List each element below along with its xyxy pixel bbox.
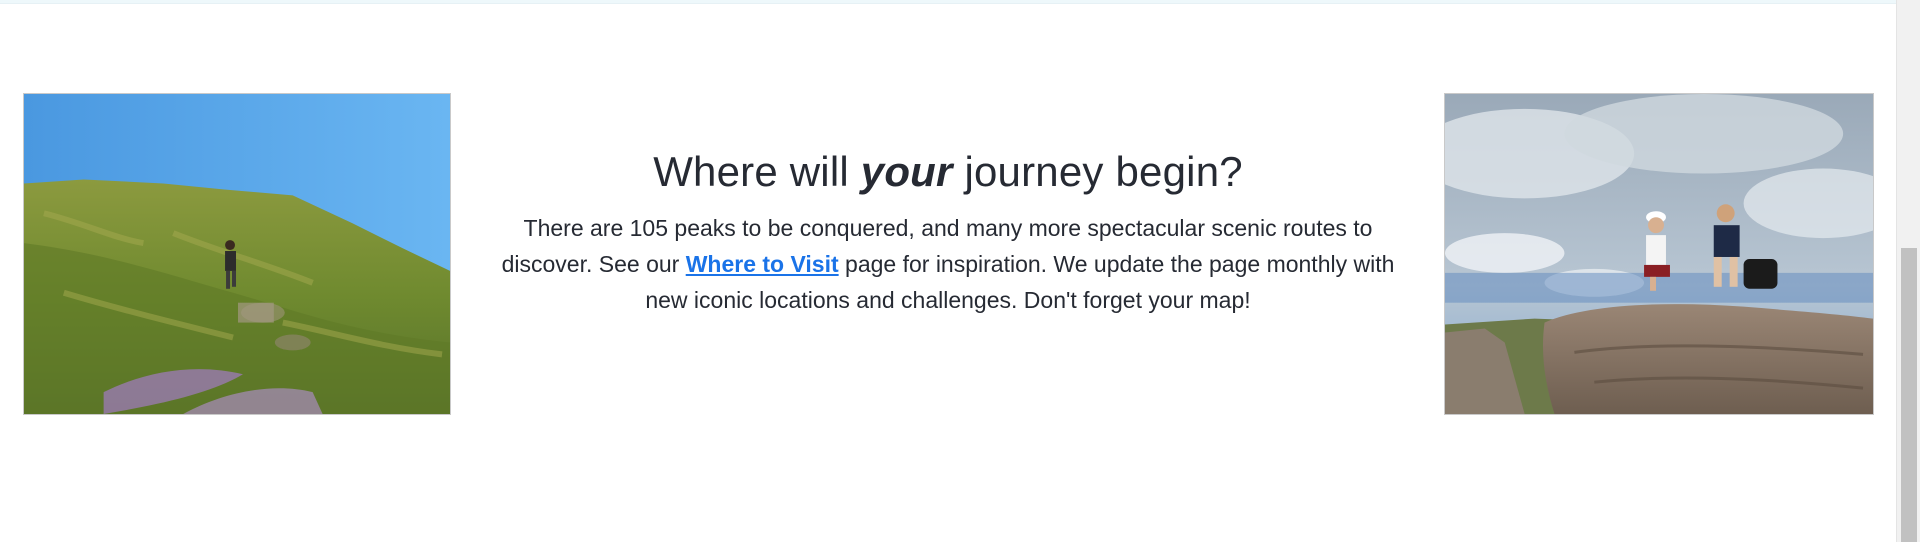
- rock-image: [1445, 94, 1873, 414]
- section-description: There are 105 peaks to be conquered, and…: [500, 210, 1396, 318]
- journey-section: Where will your journey begin? There are…: [0, 0, 1896, 542]
- scrollbar-thumb[interactable]: [1901, 248, 1917, 542]
- vertical-scrollbar[interactable]: [1896, 0, 1920, 542]
- heading-text-after: journey begin?: [952, 148, 1243, 195]
- hillside-image: [24, 94, 450, 414]
- heading-emphasis: your: [860, 148, 953, 195]
- hikers-on-rock-photo: [1444, 93, 1874, 415]
- heading-text-before: Where will: [653, 148, 861, 195]
- journey-text-block: Where will your journey begin? There are…: [500, 140, 1396, 318]
- hiker-hillside-photo: [23, 93, 451, 415]
- where-to-visit-link[interactable]: Where to Visit: [686, 251, 839, 277]
- page: Where will your journey begin? There are…: [0, 0, 1920, 542]
- section-heading: Where will your journey begin?: [500, 140, 1396, 204]
